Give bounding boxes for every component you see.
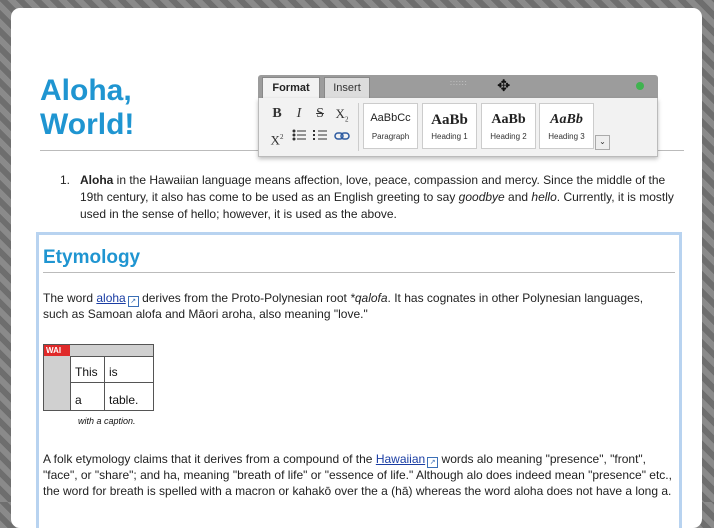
drag-grip-icon[interactable]: :::::: xyxy=(450,80,468,87)
external-link-icon: ↗ xyxy=(427,457,439,468)
p1-text-a: The word xyxy=(43,291,97,305)
list-item[interactable]: Aloha in the Hawaiian language means aff… xyxy=(80,172,680,223)
subscript-x: X xyxy=(335,106,345,121)
p1-text-b: derives from the Proto-Polynesian root xyxy=(138,291,351,305)
style-sample: AaBb xyxy=(491,112,526,127)
table-cell[interactable]: table. xyxy=(104,382,153,410)
toolbar-body: B I S X2 X2 AaBbCc Paragraph AaBb Headin… xyxy=(258,98,658,157)
style-label: Paragraph xyxy=(371,132,410,141)
superscript-x: X xyxy=(270,132,280,148)
table-cell[interactable]: a xyxy=(70,382,104,410)
style-sample: AaBb xyxy=(550,112,583,127)
status-dot-icon[interactable] xyxy=(636,82,644,90)
style-heading1-button[interactable]: AaBb Heading 1 xyxy=(422,103,477,149)
section-divider xyxy=(43,272,675,273)
subscript-button[interactable]: X2 xyxy=(333,105,351,124)
subscript-mark: 2 xyxy=(344,115,349,124)
bulleted-list-icon xyxy=(292,129,306,141)
section-heading: Etymology xyxy=(43,247,141,268)
table-caption: with a caption. xyxy=(78,416,136,426)
tab-format[interactable]: Format xyxy=(262,77,320,99)
style-paragraph-button[interactable]: AaBbCc Paragraph xyxy=(363,103,418,149)
p1-em: *qalofa xyxy=(350,291,388,305)
style-sample: AaBbCc xyxy=(370,112,411,124)
hawaiian-link[interactable]: Hawaiian xyxy=(376,452,425,466)
link-icon xyxy=(334,132,350,140)
list-number: 1. xyxy=(60,173,71,187)
paragraph-2[interactable]: A folk etymology claims that it derives … xyxy=(43,451,675,499)
list-bold-text: Aloha xyxy=(80,173,114,187)
style-heading2-button[interactable]: AaBb Heading 2 xyxy=(481,103,536,149)
content-table[interactable]: WAI This is a table. xyxy=(43,344,154,411)
list-em-2: hello xyxy=(531,190,557,204)
move-cursor-icon[interactable]: ✥ xyxy=(497,76,510,96)
style-label: Heading 3 xyxy=(548,132,585,141)
table-cell[interactable]: This xyxy=(70,356,104,382)
link-button[interactable] xyxy=(333,128,351,146)
table-cell[interactable]: is xyxy=(104,356,153,382)
external-link-icon: ↗ xyxy=(127,296,139,307)
style-heading3-button[interactable]: AaBb Heading 3 xyxy=(539,103,594,149)
style-label: Heading 2 xyxy=(490,132,527,141)
style-label: Heading 1 xyxy=(431,132,468,141)
superscript-button[interactable]: X2 xyxy=(268,128,286,148)
toolbar-header[interactable]: Format Insert :::::: ✥ xyxy=(258,75,658,99)
bulleted-list-button[interactable] xyxy=(290,128,308,146)
page-title: Aloha, World! xyxy=(40,74,135,141)
strikethrough-button[interactable]: S xyxy=(311,105,329,123)
aloha-link[interactable]: aloha xyxy=(96,291,125,305)
numbered-list-icon xyxy=(313,130,327,140)
style-sample: AaBb xyxy=(431,112,468,128)
toolbar-separator xyxy=(358,103,359,151)
wai-badge: WAI xyxy=(44,345,70,356)
list-em-1: goodbye xyxy=(458,190,505,204)
numbered-list-button[interactable] xyxy=(311,128,329,146)
list-text-2: and xyxy=(504,190,532,204)
more-styles-button[interactable]: ⌄ xyxy=(595,135,610,150)
tab-insert[interactable]: Insert xyxy=(324,77,370,99)
bold-button[interactable]: B xyxy=(268,105,286,123)
p2-text-a: A folk etymology claims that it derives … xyxy=(43,452,376,466)
selected-section[interactable]: Etymology The word aloha ↗ derives from t… xyxy=(36,232,682,528)
italic-button[interactable]: I xyxy=(290,105,308,123)
superscript-mark: 2 xyxy=(279,133,284,141)
floating-format-toolbar[interactable]: Format Insert :::::: ✥ B I S X2 X2 AaBbC… xyxy=(258,75,658,158)
table-header-column xyxy=(44,356,70,410)
paragraph-1[interactable]: The word aloha ↗ derives from the Proto-P… xyxy=(43,290,663,322)
